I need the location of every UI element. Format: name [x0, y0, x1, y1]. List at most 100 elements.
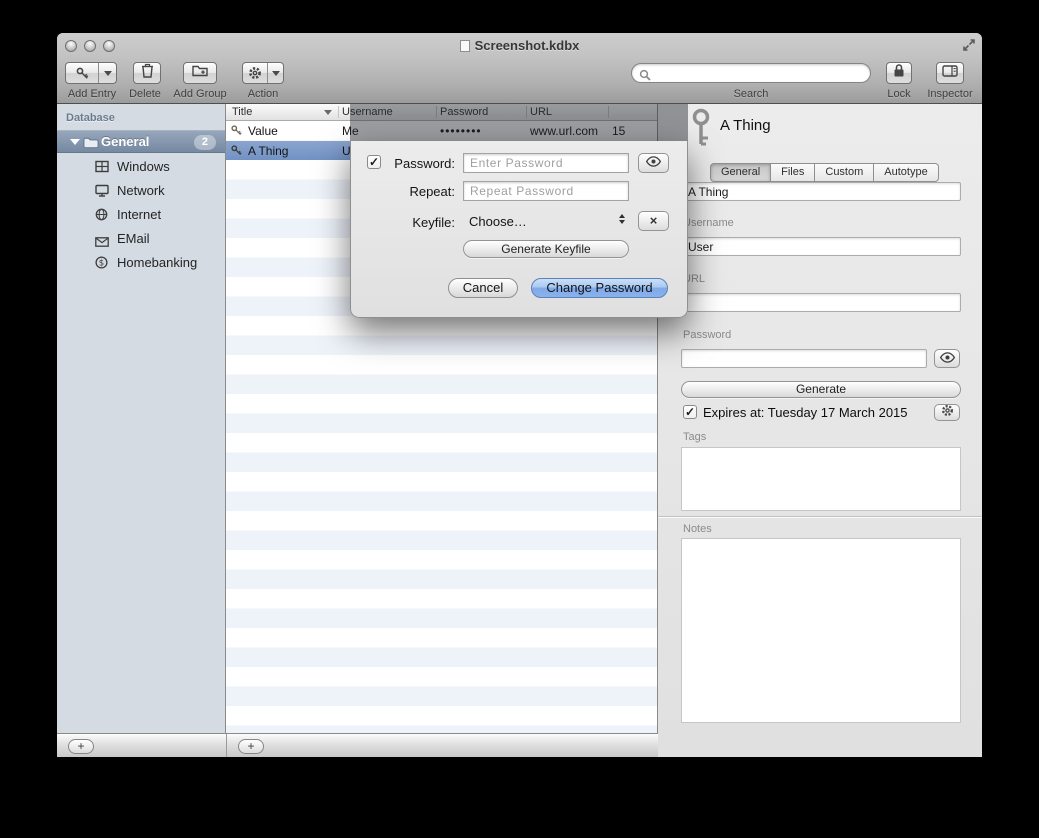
tags-label: Tags: [683, 431, 706, 443]
notes-field[interactable]: [681, 538, 961, 723]
key-icon: [688, 108, 714, 153]
delete-button[interactable]: [133, 62, 161, 84]
popup-stepper-icon: [619, 214, 625, 224]
enter-password-field[interactable]: [463, 153, 629, 173]
generate-password-button[interactable]: Generate: [681, 381, 961, 398]
change-password-sheet: ✓ Password: Repeat: Keyfile: Choose… × G…: [350, 141, 688, 318]
delete-label: Delete: [115, 88, 175, 100]
inspector-panel: A Thing General Files Custom Autotype Us…: [658, 104, 982, 757]
title-field[interactable]: [681, 182, 961, 201]
sidebar-item-internet[interactable]: Internet: [57, 203, 225, 227]
add-entry-button[interactable]: [65, 62, 117, 84]
padlock-icon: [893, 63, 905, 83]
dollar-coin-icon: $: [95, 256, 108, 274]
search-input[interactable]: [656, 65, 864, 81]
title-bar: Screenshot.kdbx Add Entry Delete Add Gro…: [57, 33, 982, 104]
add-entry-plus-button[interactable]: +: [238, 739, 264, 754]
username-field[interactable]: [681, 237, 961, 256]
key-icon: [231, 145, 242, 159]
expires-label: Expires at: Tuesday 17 March 2015: [703, 405, 908, 420]
eye-icon: [939, 350, 956, 368]
sidebar-item-label: Homebanking: [117, 255, 197, 270]
group-label: General: [101, 134, 149, 149]
sidebar-section-header: Database: [66, 112, 115, 124]
envelope-icon: [95, 234, 109, 252]
cancel-button[interactable]: Cancel: [448, 278, 518, 298]
password-label: Password: [683, 329, 731, 341]
sheet-keyfile-label: Keyfile:: [359, 215, 455, 230]
keyfile-popup-value: Choose…: [469, 214, 527, 229]
tab-general[interactable]: General: [710, 163, 771, 182]
key-icon: [231, 125, 242, 139]
inspector-tabs: General Files Custom Autotype: [710, 163, 939, 182]
bottom-bar: + +: [57, 733, 658, 757]
add-group-label: Add Group: [170, 88, 230, 100]
entry-count-badge: 2: [194, 135, 216, 150]
add-group-plus-button[interactable]: +: [68, 739, 94, 754]
inspector-panel-icon: [942, 64, 958, 82]
folder-plus-icon: [192, 64, 208, 82]
search-label: Search: [721, 88, 781, 100]
tab-custom[interactable]: Custom: [815, 163, 874, 182]
password-checkbox[interactable]: ✓: [367, 155, 381, 169]
sidebar-item-homebanking[interactable]: $ Homebanking: [57, 251, 225, 275]
repeat-password-field[interactable]: [463, 181, 629, 201]
entry-title: A Thing: [248, 144, 288, 158]
document-icon: [460, 40, 470, 52]
fullscreen-icon[interactable]: [962, 38, 976, 57]
clear-keyfile-button[interactable]: ×: [638, 211, 669, 231]
sidebar-item-network[interactable]: Network: [57, 179, 225, 203]
sidebar-group-general[interactable]: General 2: [57, 130, 225, 153]
password-field[interactable]: [681, 349, 927, 368]
eye-icon: [645, 154, 662, 172]
window-title: Screenshot.kdbx: [57, 38, 982, 53]
chevron-down-icon: [104, 71, 112, 76]
tags-field[interactable]: [681, 447, 961, 511]
reveal-sheet-password-button[interactable]: [638, 153, 669, 173]
sidebar-item-label: EMail: [117, 231, 150, 246]
disclosure-triangle-icon[interactable]: [70, 139, 80, 145]
sidebar-item-label: Internet: [117, 207, 161, 222]
username-label: Username: [683, 217, 734, 229]
url-field[interactable]: [681, 293, 961, 312]
globe-icon: [95, 208, 108, 226]
window-panes-icon: [95, 160, 109, 178]
expires-settings-button[interactable]: [934, 404, 960, 421]
sidebar-item-windows[interactable]: Windows: [57, 155, 225, 179]
sheet-password-label: Password:: [381, 156, 455, 171]
add-entry-label: Add Entry: [62, 88, 122, 100]
close-icon: ×: [650, 212, 658, 230]
sidebar-item-email[interactable]: EMail: [57, 227, 225, 251]
inspector-button[interactable]: [936, 62, 964, 84]
gear-icon: [243, 63, 267, 83]
column-header-title[interactable]: Title: [232, 106, 252, 118]
section-divider: [658, 516, 982, 517]
inspector-label: Inspector: [920, 88, 980, 100]
sidebar-item-label: Network: [117, 183, 165, 198]
lock-button[interactable]: [886, 62, 912, 84]
action-button[interactable]: [242, 62, 284, 84]
inspector-entry-title: A Thing: [720, 117, 771, 134]
change-password-button[interactable]: Change Password: [531, 278, 668, 298]
generate-keyfile-button[interactable]: Generate Keyfile: [463, 240, 629, 258]
display-icon: [95, 184, 109, 202]
folder-icon: [83, 136, 99, 154]
search-field[interactable]: [631, 63, 871, 83]
reveal-password-button[interactable]: [934, 349, 960, 368]
sort-arrow-icon: [324, 110, 332, 115]
gear-icon: [941, 404, 954, 422]
keyfile-popup[interactable]: Choose…: [463, 211, 629, 232]
tab-autotype[interactable]: Autotype: [874, 163, 938, 182]
action-dropdown[interactable]: [268, 63, 283, 83]
add-group-button[interactable]: [183, 62, 217, 84]
app-window: Screenshot.kdbx Add Entry Delete Add Gro…: [57, 33, 982, 757]
expires-checkbox[interactable]: ✓: [683, 405, 697, 419]
sidebar-item-label: Windows: [117, 159, 170, 174]
svg-text:$: $: [99, 258, 104, 268]
key-icon: [66, 63, 98, 83]
tab-files[interactable]: Files: [771, 163, 815, 182]
add-entry-dropdown[interactable]: [99, 63, 116, 83]
chevron-down-icon: [272, 71, 280, 76]
sheet-repeat-label: Repeat:: [359, 184, 455, 199]
trash-icon: [141, 63, 154, 83]
